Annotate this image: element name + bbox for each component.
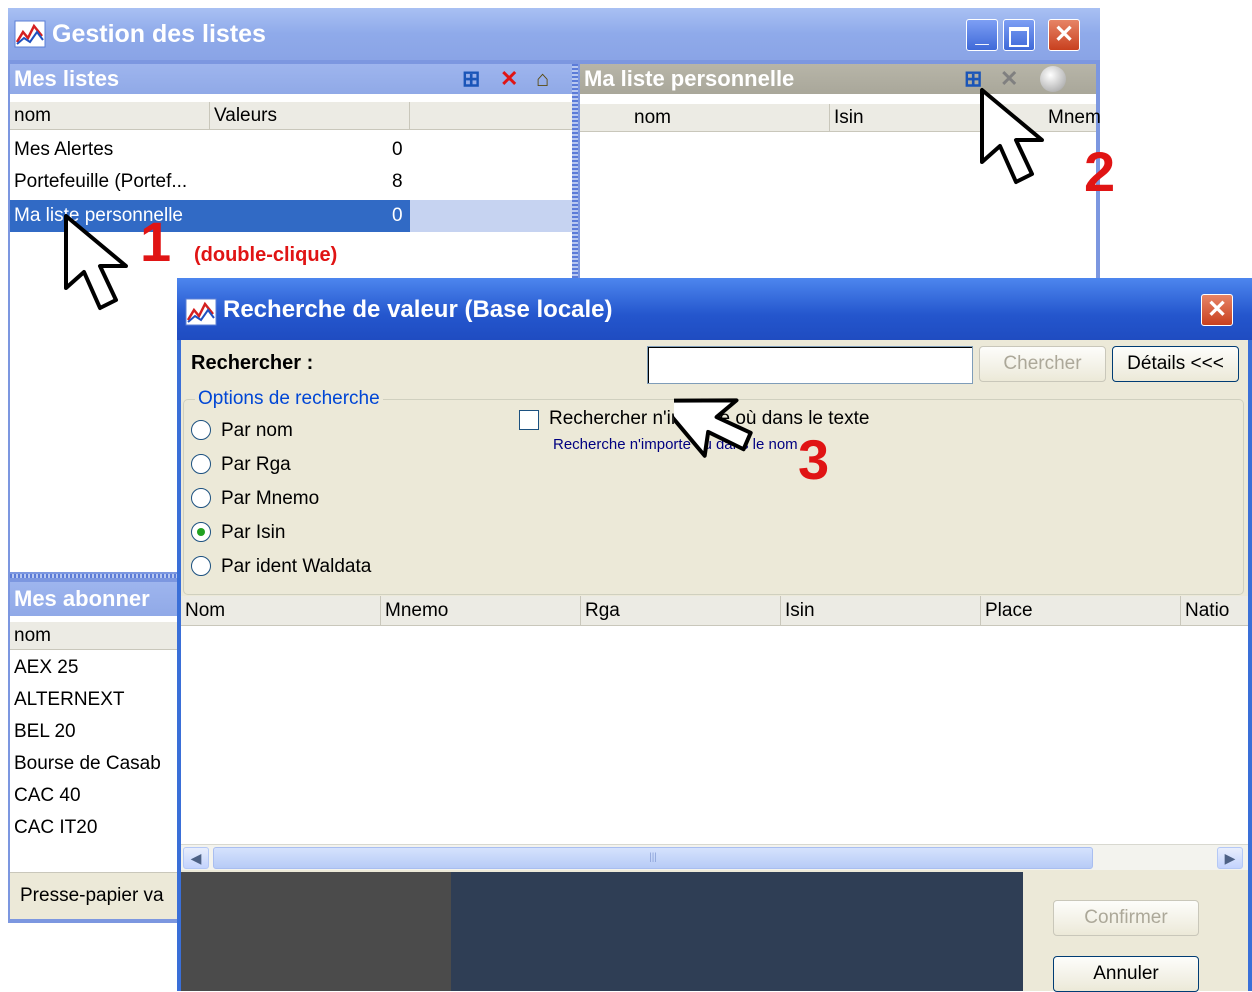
column-nom[interactable]: Nom — [181, 596, 381, 626]
preview-dark-panel — [181, 872, 451, 991]
selection-row-extension — [410, 200, 572, 232]
radio-label: Par Mnemo — [221, 488, 320, 509]
scroll-thumb[interactable]: ||| — [213, 847, 1093, 869]
dialog-close-button[interactable]: ✕ — [1201, 294, 1233, 326]
subscriptions-panel-title: Mes abonner — [14, 586, 150, 611]
list-row-name: Portefeuille (Portef... — [14, 171, 188, 192]
radio-par-mnemo[interactable] — [191, 488, 211, 508]
radio-label: Par nom — [221, 420, 293, 441]
arrow-cursor-icon — [674, 398, 753, 458]
column-natio[interactable]: Natio — [1181, 596, 1248, 626]
close-button[interactable]: ✕ — [1048, 19, 1080, 51]
cancel-button[interactable]: Annuler — [1053, 956, 1199, 992]
minimize-button[interactable]: _ — [966, 19, 998, 51]
anywhere-checkbox[interactable] — [519, 410, 539, 430]
results-table: Nom Mnemo Rga Isin Place Natio ◀ ||| ▶ — [181, 596, 1248, 870]
details-button[interactable]: Détails <<< — [1112, 346, 1239, 382]
radio-par-isin[interactable] — [191, 522, 211, 542]
list-item[interactable]: CAC 40 — [14, 780, 81, 812]
personal-panel-title: Ma liste personnelle — [584, 66, 795, 91]
delete-icon[interactable]: ✕ — [500, 67, 518, 91]
list-row-count: 0 — [392, 139, 403, 160]
list-item[interactable]: AEX 25 — [14, 652, 78, 684]
search-label: Rechercher : — [191, 352, 314, 374]
list-row-count: 8 — [392, 171, 403, 192]
clipboard-label: Presse-papier va — [20, 885, 164, 906]
dialog-title-bar[interactable]: Recherche de valeur (Base locale) ✕ — [177, 278, 1252, 340]
column-mnemo[interactable]: Mnemo — [381, 596, 581, 626]
preview-slate-panel — [451, 872, 1023, 991]
radio-par-rga[interactable] — [191, 454, 211, 474]
confirm-button[interactable]: Confirmer — [1053, 900, 1199, 936]
column-nom[interactable]: nom — [10, 102, 210, 130]
list-row-name: Mes Alertes — [14, 139, 114, 160]
radio-label: Par Rga — [221, 454, 291, 475]
horizontal-scrollbar[interactable]: ◀ ||| ▶ — [181, 844, 1248, 870]
column-rga[interactable]: Rga — [581, 596, 781, 626]
radio-label: Par Isin — [221, 522, 286, 543]
maximize-button[interactable] — [1003, 19, 1035, 51]
list-item[interactable]: ALTERNEXT — [14, 684, 125, 716]
step-1-number: 1 — [140, 210, 172, 273]
title-bar[interactable]: Gestion des listes _ ✕ — [8, 8, 1100, 60]
results-column-header: Nom Mnemo Rga Isin Place Natio — [181, 596, 1248, 626]
column-valeurs[interactable]: Valeurs — [210, 102, 410, 130]
lists-panel-header: Mes listes — [10, 64, 572, 94]
list-item[interactable]: BEL 20 — [14, 716, 76, 748]
properties-icon[interactable]: ⌂ — [536, 67, 549, 91]
column-isin[interactable]: Isin — [781, 596, 981, 626]
lists-column-header: nom Valeurs — [10, 102, 572, 130]
column-nom[interactable]: nom — [580, 104, 830, 132]
list-row-count: 0 — [392, 205, 403, 226]
list-row[interactable]: Mes Alertes 0 — [10, 134, 410, 166]
lists-panel-title: Mes listes — [14, 66, 120, 91]
list-row[interactable]: Portefeuille (Portef... 8 — [10, 166, 410, 198]
list-item[interactable]: Bourse de Casab — [14, 748, 161, 780]
dialog-title: Recherche de valeur (Base locale) — [223, 296, 613, 323]
options-group-title: Options de recherche — [195, 388, 383, 410]
search-button[interactable]: Chercher — [979, 346, 1106, 382]
window-title: Gestion des listes — [52, 20, 266, 48]
list-item[interactable]: CAC IT20 — [14, 812, 97, 844]
step-1-note: (double-clique) — [194, 244, 338, 266]
chart-app-icon — [14, 20, 46, 48]
scroll-right-button[interactable]: ▶ — [1217, 847, 1243, 869]
chart-app-icon — [185, 298, 217, 326]
radio-label: Par ident Waldata — [221, 556, 372, 577]
column-isin[interactable]: Isin — [830, 104, 990, 132]
arrow-cursor-icon — [980, 88, 1044, 184]
step-3-number: 3 — [798, 428, 830, 491]
new-list-icon[interactable]: ⊞ — [462, 67, 480, 91]
column-place[interactable]: Place — [981, 596, 1181, 626]
scroll-left-button[interactable]: ◀ — [183, 847, 209, 869]
radio-par-ident-waldata[interactable] — [191, 556, 211, 576]
step-2-number: 2 — [1084, 140, 1116, 203]
radio-par-nom[interactable] — [191, 420, 211, 440]
